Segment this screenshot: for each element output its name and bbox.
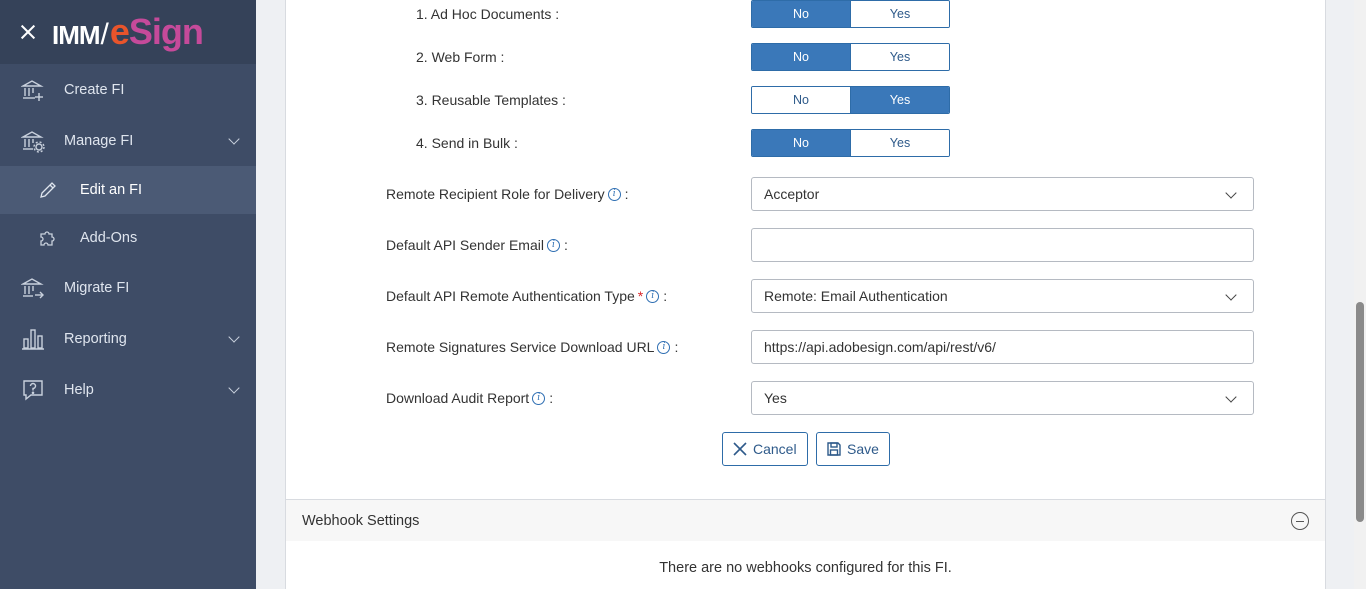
- toggle-yes-option[interactable]: Yes: [850, 130, 949, 156]
- feature-label-web-form: 2. Web Form :: [416, 49, 505, 65]
- save-label: Save: [847, 441, 879, 457]
- download-url-input[interactable]: https://api.adobesign.com/api/rest/v6/: [751, 330, 1254, 364]
- webhook-settings-body: There are no webhooks configured for thi…: [285, 541, 1326, 589]
- recipient-role-text: Remote Recipient Role for Delivery: [386, 186, 605, 202]
- webhook-settings-title: Webhook Settings: [302, 512, 420, 529]
- close-icon: [732, 440, 748, 458]
- logo-e: e: [109, 11, 130, 52]
- logo-sign: Sign: [128, 11, 204, 52]
- bank-plus-icon: [20, 77, 46, 103]
- sidebar-item-edit-fi[interactable]: Edit an FI: [0, 166, 256, 214]
- sidebar-item-manage-fi[interactable]: Manage FI: [0, 115, 256, 166]
- toggle-web-form: No Yes: [751, 43, 950, 71]
- sender-email-label: Default API Sender Email i :: [386, 236, 568, 254]
- info-icon[interactable]: i: [532, 391, 546, 405]
- bar-chart-icon: [20, 326, 46, 352]
- toggle-send-in-bulk: No Yes: [751, 129, 950, 157]
- feature-label-ad-hoc: 1. Ad Hoc Documents :: [416, 6, 560, 22]
- recipient-role-value: Acceptor: [764, 186, 820, 202]
- recipient-role-select[interactable]: Acceptor: [751, 177, 1254, 211]
- auth-type-text: Default API Remote Authentication Type: [386, 288, 635, 304]
- sidebar-item-label: Help: [64, 381, 94, 398]
- sender-email-input[interactable]: [751, 228, 1254, 262]
- toggle-reusable-templates: No Yes: [751, 86, 950, 114]
- toggle-yes-option[interactable]: Yes: [850, 1, 949, 27]
- auth-type-select[interactable]: Remote: Email Authentication: [751, 279, 1254, 313]
- download-url-label: Remote Signatures Service Download URL i…: [386, 338, 678, 356]
- audit-report-label: Download Audit Report i :: [386, 389, 553, 407]
- toggle-no-option[interactable]: No: [752, 130, 850, 156]
- logo-slash: /: [100, 18, 109, 51]
- bank-arrow-icon: [20, 275, 46, 301]
- chevron-down-icon: [1225, 391, 1237, 403]
- bank-gear-icon: [20, 128, 46, 154]
- question-bubble-icon: [20, 377, 46, 403]
- brand-bar: IMM / eSign: [0, 0, 256, 64]
- toggle-ad-hoc-documents: No Yes: [751, 0, 950, 28]
- chevron-down-icon: [1225, 289, 1237, 301]
- page-scrollbar[interactable]: [1354, 0, 1366, 589]
- puzzle-icon: [38, 228, 58, 248]
- sidebar-item-help[interactable]: Help: [0, 364, 256, 415]
- sidebar-item-create-fi[interactable]: Create FI: [0, 64, 256, 115]
- toggle-yes-option[interactable]: Yes: [850, 87, 949, 113]
- chevron-down-icon: [1225, 187, 1237, 199]
- webhook-empty-message: There are no webhooks configured for thi…: [659, 560, 952, 576]
- pencil-icon: [38, 180, 58, 200]
- sidebar-item-migrate-fi[interactable]: Migrate FI: [0, 262, 256, 313]
- sidebar-item-label: Manage FI: [64, 132, 134, 149]
- recipient-role-label: Remote Recipient Role for Delivery i :: [386, 185, 629, 203]
- webhook-settings-header[interactable]: Webhook Settings: [285, 499, 1326, 542]
- chevron-down-icon: [228, 133, 240, 145]
- cancel-label: Cancel: [753, 441, 797, 457]
- sidebar-item-label: Migrate FI: [64, 279, 130, 296]
- sidebar-item-label: Edit an FI: [80, 182, 143, 198]
- close-icon[interactable]: [18, 22, 38, 42]
- sidebar-item-add-ons[interactable]: Add-Ons: [0, 214, 256, 262]
- sidebar-item-reporting[interactable]: Reporting: [0, 313, 256, 364]
- feature-label-reusable-templates: 3. Reusable Templates :: [416, 92, 566, 108]
- chevron-down-icon: [228, 382, 240, 394]
- audit-report-text: Download Audit Report: [386, 390, 530, 406]
- collapse-minus-icon[interactable]: [1291, 512, 1309, 530]
- auth-type-label: Default API Remote Authentication Type *…: [386, 287, 667, 305]
- feature-label-send-in-bulk: 4. Send in Bulk :: [416, 135, 518, 151]
- imm-esign-logo: IMM / eSign: [52, 11, 204, 53]
- label-colon: :: [563, 237, 568, 253]
- info-icon[interactable]: i: [546, 238, 560, 252]
- info-icon[interactable]: i: [657, 340, 671, 354]
- sidebar: IMM / eSign Create FI Manage FI Edit an …: [0, 0, 256, 589]
- fi-settings-card: 1. Ad Hoc Documents : No Yes 2. Web Form…: [285, 0, 1326, 500]
- sender-email-text: Default API Sender Email: [386, 237, 544, 253]
- chevron-down-icon: [228, 331, 240, 343]
- toggle-no-option[interactable]: No: [752, 1, 850, 27]
- cancel-button[interactable]: Cancel: [722, 432, 808, 466]
- label-colon: :: [549, 390, 554, 406]
- toggle-no-option[interactable]: No: [752, 44, 850, 70]
- logo-esign: eSign: [109, 11, 204, 53]
- info-icon[interactable]: i: [646, 289, 660, 303]
- info-icon[interactable]: i: [607, 187, 621, 201]
- label-colon: :: [663, 288, 668, 304]
- toggle-yes-option[interactable]: Yes: [850, 44, 949, 70]
- logo-imm: IMM: [52, 20, 101, 50]
- save-button[interactable]: Save: [816, 432, 890, 466]
- audit-report-select[interactable]: Yes: [751, 381, 1254, 415]
- sidebar-item-label: Reporting: [64, 330, 127, 347]
- auth-type-value: Remote: Email Authentication: [764, 288, 948, 304]
- download-url-value: https://api.adobesign.com/api/rest/v6/: [764, 339, 996, 355]
- required-marker: *: [637, 288, 644, 304]
- sidebar-item-label: Create FI: [64, 81, 125, 98]
- audit-report-value: Yes: [764, 390, 787, 406]
- sidebar-item-label: Add-Ons: [80, 230, 138, 246]
- label-colon: :: [624, 186, 629, 202]
- main-content: 1. Ad Hoc Documents : No Yes 2. Web Form…: [256, 0, 1354, 589]
- label-colon: :: [674, 339, 679, 355]
- toggle-no-option[interactable]: No: [752, 87, 850, 113]
- floppy-disk-icon: [826, 440, 842, 458]
- scrollbar-thumb[interactable]: [1356, 302, 1364, 522]
- download-url-text: Remote Signatures Service Download URL: [386, 339, 655, 355]
